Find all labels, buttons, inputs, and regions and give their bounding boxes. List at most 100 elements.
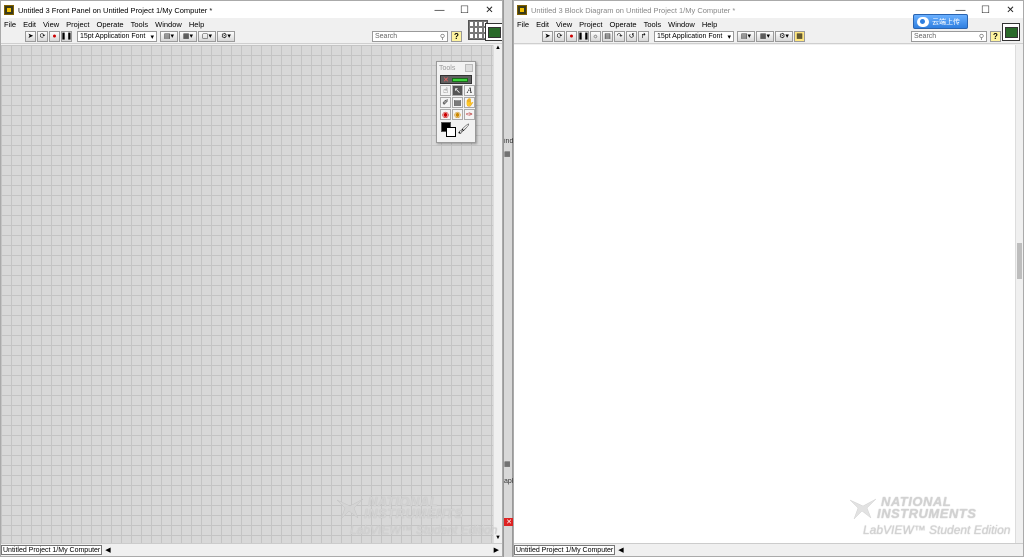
- search-input[interactable]: Search ⚲: [372, 31, 448, 42]
- scroll-up-icon[interactable]: ▲: [494, 45, 502, 53]
- align-objects-icon[interactable]: ▤▾: [737, 31, 755, 42]
- close-button[interactable]: ✕: [477, 1, 502, 19]
- auto-tool-led-icon: [452, 78, 468, 82]
- menu-view[interactable]: View: [556, 20, 572, 29]
- palette-close-icon[interactable]: [465, 64, 473, 72]
- step-over-icon[interactable]: ↺: [626, 31, 637, 42]
- labview-app-icon: [517, 5, 527, 15]
- reorder-icon[interactable]: ⚙▾: [217, 31, 235, 42]
- vi-icon[interactable]: [1002, 23, 1020, 41]
- run-arrow-icon[interactable]: ➤: [25, 31, 36, 42]
- paint-brush-icon: 🖌: [457, 124, 470, 135]
- run-continuously-icon[interactable]: ⟳: [37, 31, 48, 42]
- front-panel-titlebar[interactable]: Untitled 3 Front Panel on Untitled Proje…: [1, 1, 502, 19]
- maximize-button[interactable]: ☐: [452, 1, 477, 19]
- menu-help[interactable]: Help: [702, 20, 717, 29]
- context-help-icon[interactable]: ?: [990, 31, 1001, 42]
- block-diagram-vertical-scrollbar[interactable]: [1015, 45, 1023, 543]
- clean-up-diagram-icon[interactable]: ▦: [794, 31, 805, 42]
- context-help-icon[interactable]: ?: [451, 31, 462, 42]
- cloud-upload-button[interactable]: 云端上传: [913, 14, 968, 29]
- block-diagram-window: Untitled 3 Block Diagram on Untitled Pro…: [513, 0, 1024, 557]
- menu-tools[interactable]: Tools: [131, 20, 149, 29]
- minimize-button[interactable]: —: [427, 1, 452, 19]
- reorder-icon[interactable]: ⚙▾: [775, 31, 793, 42]
- search-placeholder: Search: [375, 33, 398, 40]
- block-diagram-canvas[interactable]: [514, 45, 1015, 543]
- run-continuously-icon[interactable]: ⟳: [554, 31, 565, 42]
- block-diagram-statusbar: Untitled Project 1/My Computer ◀: [514, 543, 1023, 556]
- labview-app-icon: [4, 5, 14, 15]
- front-panel-vertical-scrollbar[interactable]: ▲ ▼: [493, 45, 502, 543]
- front-panel-statusbar: Untitled Project 1/My Computer ◀ ▶: [1, 543, 502, 556]
- horizontal-scrollbar[interactable]: [626, 545, 1023, 555]
- get-color-tool-icon[interactable]: ✑: [464, 109, 475, 120]
- resize-objects-icon[interactable]: ▢▾: [198, 31, 216, 42]
- operate-value-tool-icon[interactable]: ☝: [440, 85, 451, 96]
- application-context-label[interactable]: Untitled Project 1/My Computer: [1, 545, 103, 555]
- font-selector[interactable]: 15pt Application Font ▾: [77, 31, 157, 42]
- menu-edit[interactable]: Edit: [536, 20, 549, 29]
- scroll-window-tool-icon[interactable]: ✋: [464, 97, 475, 108]
- pause-icon[interactable]: ❚❚: [578, 31, 589, 42]
- abort-icon[interactable]: ●: [49, 31, 60, 42]
- font-selector-value: 15pt Application Font: [657, 33, 723, 40]
- tools-palette-header[interactable]: Tools: [437, 62, 475, 74]
- tools-grid: ☝ ↖ A ✐ ▤ ✋ ◉ ◉ ✑: [440, 85, 475, 120]
- search-input[interactable]: Search ⚲: [911, 31, 987, 42]
- auto-tool-icon: ✕: [443, 76, 449, 84]
- maximize-button[interactable]: ☐: [973, 1, 998, 19]
- scroll-right-icon[interactable]: ▶: [494, 546, 499, 554]
- breakpoint-tool-icon[interactable]: ◉: [440, 109, 451, 120]
- font-selector-value: 15pt Application Font: [80, 33, 146, 40]
- tools-palette[interactable]: Tools ✕ ☝ ↖ A ✐ ▤ ✋ ◉ ◉ ✑ 🖌: [436, 61, 476, 143]
- scroll-left-icon[interactable]: ◀: [618, 546, 623, 554]
- set-color-tool[interactable]: 🖌: [440, 122, 472, 138]
- menu-window[interactable]: Window: [668, 20, 695, 29]
- background-window-strip: ind ▦ ▦ apl ✕: [503, 0, 514, 557]
- menu-view[interactable]: View: [43, 20, 59, 29]
- connect-wire-tool-icon[interactable]: ✐: [440, 97, 451, 108]
- edit-text-tool-icon[interactable]: A: [464, 85, 475, 96]
- menu-operate[interactable]: Operate: [97, 20, 124, 29]
- scroll-left-icon[interactable]: ◀: [105, 546, 110, 554]
- object-shortcut-menu-tool-icon[interactable]: ▤: [452, 97, 463, 108]
- probe-tool-icon[interactable]: ◉: [452, 109, 463, 120]
- abort-icon[interactable]: ●: [566, 31, 577, 42]
- align-objects-icon[interactable]: ▤▾: [160, 31, 178, 42]
- menu-tools[interactable]: Tools: [644, 20, 662, 29]
- application-context-label[interactable]: Untitled Project 1/My Computer: [514, 545, 616, 555]
- front-panel-menubar: File Edit View Project Operate Tools Win…: [1, 18, 502, 30]
- menu-project[interactable]: Project: [579, 20, 602, 29]
- front-panel-window: Untitled 3 Front Panel on Untitled Proje…: [0, 0, 503, 557]
- vi-icon[interactable]: [485, 23, 502, 41]
- close-button[interactable]: ✕: [998, 1, 1023, 19]
- search-icon: ⚲: [439, 33, 445, 41]
- menu-edit[interactable]: Edit: [23, 20, 36, 29]
- step-into-icon[interactable]: ↷: [614, 31, 625, 42]
- tools-palette-title: Tools: [439, 64, 456, 72]
- background-color-swatch[interactable]: [446, 127, 456, 137]
- run-arrow-icon[interactable]: ➤: [542, 31, 553, 42]
- scroll-down-icon[interactable]: ▼: [494, 535, 502, 543]
- horizontal-scrollbar[interactable]: [113, 545, 491, 555]
- menu-file[interactable]: File: [517, 20, 529, 29]
- font-selector[interactable]: 15pt Application Font ▾: [654, 31, 734, 42]
- position-tool-icon[interactable]: ↖: [452, 85, 463, 96]
- menu-project[interactable]: Project: [66, 20, 89, 29]
- retain-wire-values-icon[interactable]: ▤: [602, 31, 613, 42]
- step-out-icon[interactable]: ↱: [638, 31, 649, 42]
- distribute-objects-icon[interactable]: ▦▾: [179, 31, 197, 42]
- chevron-down-icon: ▾: [727, 33, 731, 41]
- front-panel-canvas[interactable]: [1, 45, 493, 543]
- menu-window[interactable]: Window: [155, 20, 182, 29]
- pause-icon[interactable]: ❚❚: [61, 31, 72, 42]
- menu-file[interactable]: File: [4, 20, 16, 29]
- menu-operate[interactable]: Operate: [610, 20, 637, 29]
- search-icon: ⚲: [978, 33, 984, 41]
- distribute-objects-icon[interactable]: ▦▾: [756, 31, 774, 42]
- automatic-tool-selection[interactable]: ✕: [440, 75, 472, 84]
- highlight-execution-icon[interactable]: ☼: [590, 31, 601, 42]
- scrollbar-thumb[interactable]: [1017, 243, 1022, 279]
- menu-help[interactable]: Help: [189, 20, 204, 29]
